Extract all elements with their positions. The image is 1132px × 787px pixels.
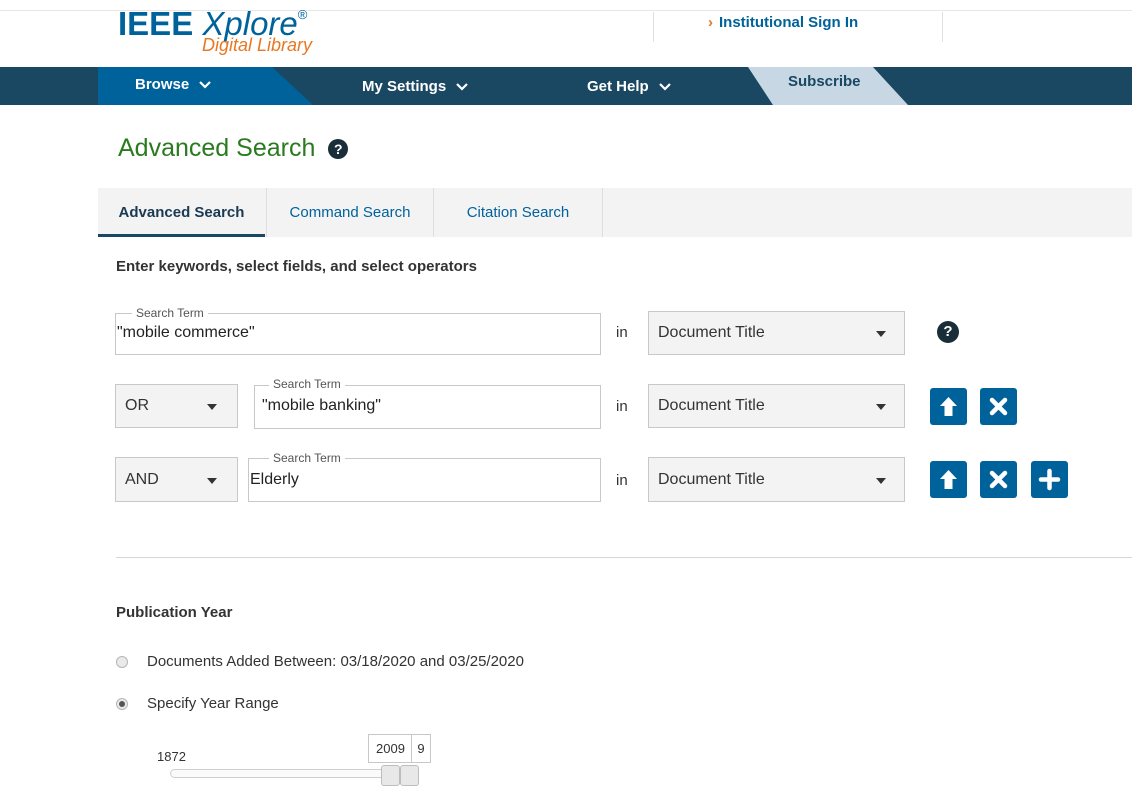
slider-handle-to[interactable] <box>400 765 419 786</box>
caret-down-icon <box>876 331 886 337</box>
move-up-button[interactable] <box>930 461 967 498</box>
caret-down-icon <box>207 404 217 410</box>
tab-command-search[interactable]: Command Search <box>266 188 433 237</box>
field-select-value-1: Document Title <box>658 324 765 341</box>
search-term-legend: Search Term <box>269 452 345 464</box>
header-divider <box>942 12 943 42</box>
remove-row-button[interactable] <box>980 388 1017 425</box>
logo-digital-library-text: Digital Library <box>202 35 313 55</box>
help-question-icon[interactable]: ? <box>937 321 959 343</box>
caret-down-icon <box>876 478 886 484</box>
nav-my-settings[interactable]: My Settings <box>362 78 469 96</box>
nav-my-settings-label: My Settings <box>362 78 447 95</box>
search-term-legend: Search Term <box>269 378 345 390</box>
move-up-button[interactable] <box>930 388 967 425</box>
chevron-down-icon <box>199 81 212 89</box>
radio-documents-added-label: Documents Added Between: 03/18/2020 and … <box>147 653 524 670</box>
nav-subscribe[interactable]: Subscribe <box>788 73 861 91</box>
year-range-slider[interactable] <box>170 769 416 778</box>
logo-registered-mark: ® <box>297 7 308 22</box>
search-instructions: Enter keywords, select fields, and selec… <box>116 258 477 275</box>
arrow-up-icon <box>940 397 957 416</box>
tab-advanced-search[interactable]: Advanced Search <box>98 188 265 237</box>
year-from-input[interactable]: 2009 <box>368 734 413 763</box>
tab-citation-search[interactable]: Citation Search <box>433 188 603 237</box>
radio-documents-added[interactable] <box>116 656 128 668</box>
x-icon <box>989 397 1008 416</box>
caret-down-icon <box>876 404 886 410</box>
institutional-sign-in-link[interactable]: › Institutional Sign In <box>708 14 858 32</box>
add-row-button[interactable] <box>1031 461 1068 498</box>
search-term-legend: Search Term <box>132 307 208 319</box>
plus-icon <box>1038 468 1061 491</box>
field-select-value-3: Document Title <box>658 471 765 488</box>
publication-year-heading: Publication Year <box>116 604 233 621</box>
header-divider <box>653 12 654 42</box>
search-term-value-3: Elderly <box>250 471 299 488</box>
slider-handle-from[interactable] <box>381 765 400 786</box>
section-divider <box>116 557 1132 558</box>
year-range-min-label: 1872 <box>157 749 186 764</box>
field-select-value-2: Document Title <box>658 397 765 414</box>
page-title-text: Advanced Search <box>118 134 316 162</box>
nav-get-help-label: Get Help <box>587 78 649 95</box>
in-label: in <box>616 398 628 415</box>
page-title: Advanced Search ? <box>118 134 349 162</box>
remove-row-button[interactable] <box>980 461 1017 498</box>
operator-value-3: AND <box>125 471 159 488</box>
chevron-down-icon <box>659 83 671 91</box>
help-question-icon[interactable]: ? <box>328 139 349 159</box>
nav-get-help[interactable]: Get Help <box>587 78 671 96</box>
nav-browse[interactable]: Browse <box>135 76 212 94</box>
search-term-value-2: "mobile banking" <box>262 397 381 414</box>
chevron-right-icon: › <box>708 14 713 31</box>
radio-specify-year-range[interactable] <box>116 698 128 710</box>
caret-down-icon <box>207 478 217 484</box>
in-label: in <box>616 324 628 341</box>
radio-specify-year-range-label: Specify Year Range <box>147 695 279 712</box>
nav-browse-label: Browse <box>135 76 190 93</box>
search-term-value-1: "mobile commerce" <box>117 324 255 341</box>
institutional-sign-in-label: Institutional Sign In <box>719 14 859 31</box>
chevron-down-icon <box>456 83 469 91</box>
arrow-up-icon <box>940 470 957 489</box>
logo-ieee-text: IEEE <box>118 5 194 42</box>
year-to-input[interactable]: 9 <box>411 734 431 763</box>
operator-value-2: OR <box>125 397 149 414</box>
in-label: in <box>616 472 628 489</box>
x-icon <box>989 470 1008 489</box>
